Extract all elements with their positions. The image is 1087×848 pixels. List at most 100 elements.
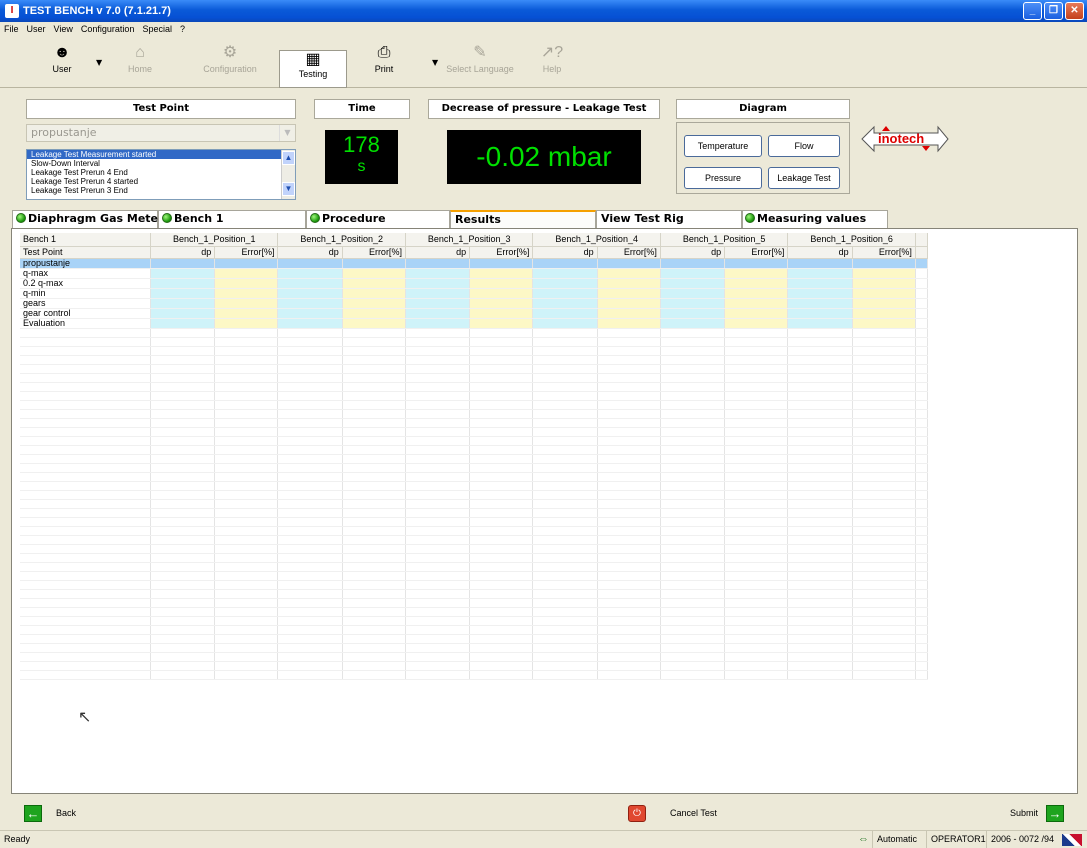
dp-cell[interactable]: [150, 463, 216, 473]
table-row[interactable]: [20, 337, 929, 347]
error-cell[interactable]: [469, 298, 534, 309]
dp-cell[interactable]: [660, 526, 726, 536]
error-cell[interactable]: [214, 258, 279, 269]
dp-cell[interactable]: [787, 670, 853, 680]
dp-cell[interactable]: [660, 589, 726, 599]
dp-cell[interactable]: [787, 364, 853, 374]
error-cell[interactable]: [597, 418, 661, 428]
error-cell[interactable]: [852, 643, 916, 653]
error-cell[interactable]: [724, 598, 789, 608]
table-row[interactable]: [20, 346, 929, 356]
test-point-cell[interactable]: propustanje: [20, 258, 151, 269]
dp-cell[interactable]: [532, 607, 598, 617]
dp-cell[interactable]: [787, 481, 853, 491]
error-cell[interactable]: [214, 517, 279, 527]
dp-cell[interactable]: [787, 308, 853, 319]
dp-cell[interactable]: [150, 258, 216, 269]
error-cell[interactable]: [852, 427, 916, 437]
table-row[interactable]: [20, 544, 929, 554]
dp-cell[interactable]: [405, 436, 471, 446]
error-cell[interactable]: [597, 355, 661, 365]
error-cell[interactable]: [852, 616, 916, 626]
dp-cell[interactable]: [787, 373, 853, 383]
dp-cell[interactable]: [787, 278, 853, 289]
error-cell[interactable]: [724, 418, 789, 428]
error-cell[interactable]: [214, 454, 279, 464]
error-cell[interactable]: [342, 481, 406, 491]
dp-cell[interactable]: [787, 409, 853, 419]
test-point-cell[interactable]: [20, 328, 151, 338]
test-point-cell[interactable]: [20, 643, 151, 653]
error-cell[interactable]: [852, 382, 916, 392]
dp-cell[interactable]: [150, 580, 216, 590]
test-point-cell[interactable]: [20, 580, 151, 590]
dp-cell[interactable]: [787, 643, 853, 653]
dp-cell[interactable]: [405, 445, 471, 455]
table-row[interactable]: [20, 553, 929, 563]
dp-cell[interactable]: [150, 508, 216, 518]
error-cell[interactable]: [469, 328, 534, 338]
dp-cell[interactable]: [405, 589, 471, 599]
error-cell[interactable]: [214, 652, 279, 662]
table-row[interactable]: [20, 625, 929, 635]
dp-cell[interactable]: [532, 580, 598, 590]
error-cell[interactable]: [342, 400, 406, 410]
error-cell[interactable]: [597, 382, 661, 392]
error-cell[interactable]: [469, 258, 534, 269]
dp-cell[interactable]: [277, 571, 343, 581]
menu-special[interactable]: Special: [142, 24, 172, 34]
dp-cell[interactable]: [532, 308, 598, 319]
dp-cell[interactable]: [660, 454, 726, 464]
error-cell[interactable]: [342, 328, 406, 338]
dp-cell[interactable]: [150, 607, 216, 617]
error-cell[interactable]: [214, 427, 279, 437]
dp-cell[interactable]: [277, 517, 343, 527]
dp-cell[interactable]: [660, 288, 726, 299]
error-cell[interactable]: [852, 481, 916, 491]
dp-cell[interactable]: [405, 364, 471, 374]
error-cell[interactable]: [214, 391, 279, 401]
error-cell[interactable]: [597, 526, 661, 536]
submit-arrow-icon[interactable]: →: [1046, 805, 1064, 822]
dp-cell[interactable]: [532, 337, 598, 347]
error-cell[interactable]: [469, 670, 534, 680]
error-cell[interactable]: [852, 355, 916, 365]
error-cell[interactable]: [469, 391, 534, 401]
test-point-cell[interactable]: [20, 553, 151, 563]
error-cell[interactable]: [342, 634, 406, 644]
error-cell[interactable]: [214, 616, 279, 626]
dp-cell[interactable]: [405, 308, 471, 319]
error-cell[interactable]: [724, 337, 789, 347]
error-cell[interactable]: [724, 490, 789, 500]
dp-cell[interactable]: [532, 258, 598, 269]
dp-cell[interactable]: [277, 472, 343, 482]
scroll-down-icon[interactable]: ▼: [282, 182, 295, 196]
table-row[interactable]: [20, 373, 929, 383]
dp-cell[interactable]: [277, 607, 343, 617]
dp-cell[interactable]: [787, 427, 853, 437]
table-row[interactable]: [20, 463, 929, 473]
error-cell[interactable]: [469, 288, 534, 299]
test-point-cell[interactable]: [20, 463, 151, 473]
dp-cell[interactable]: [787, 318, 853, 329]
test-point-cell[interactable]: q-max: [20, 268, 151, 279]
test-point-cell[interactable]: [20, 382, 151, 392]
dp-cell[interactable]: [277, 328, 343, 338]
error-cell[interactable]: [469, 580, 534, 590]
dp-cell[interactable]: [787, 508, 853, 518]
dp-cell[interactable]: [787, 298, 853, 309]
error-cell[interactable]: [724, 436, 789, 446]
dp-cell[interactable]: [150, 589, 216, 599]
dp-cell[interactable]: [405, 382, 471, 392]
dp-cell[interactable]: [660, 337, 726, 347]
error-cell[interactable]: [342, 391, 406, 401]
dp-cell[interactable]: [532, 634, 598, 644]
close-button[interactable]: ✕: [1065, 2, 1084, 20]
table-row[interactable]: [20, 562, 929, 572]
error-cell[interactable]: [342, 268, 406, 279]
dp-cell[interactable]: [277, 553, 343, 563]
error-cell[interactable]: [724, 616, 789, 626]
dp-cell[interactable]: [150, 652, 216, 662]
dp-cell[interactable]: [787, 544, 853, 554]
dp-cell[interactable]: [532, 481, 598, 491]
